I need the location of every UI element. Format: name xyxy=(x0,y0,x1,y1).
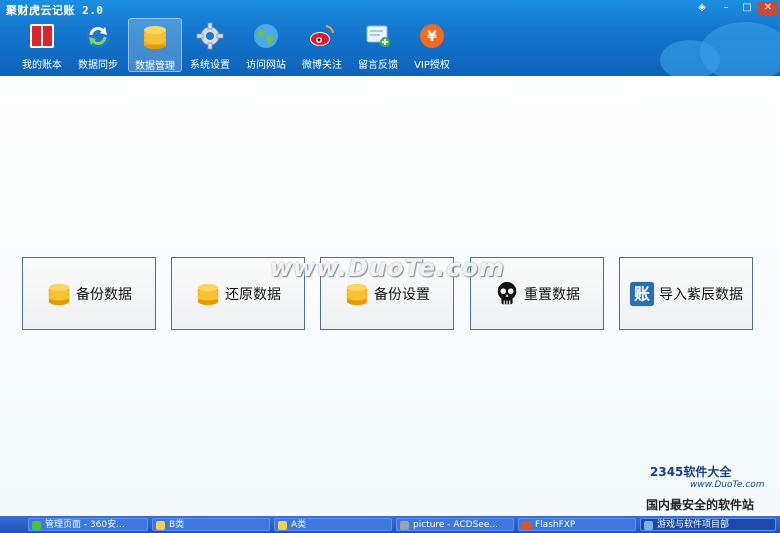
app-icon xyxy=(644,521,653,530)
image-viewer-icon xyxy=(400,521,409,530)
watermark-brand: 2345软件大全 xyxy=(650,465,732,479)
taskbar-item[interactable]: B类 xyxy=(152,518,270,531)
gear-icon xyxy=(196,22,224,50)
taskbar-label: picture - ACDSee... xyxy=(413,520,498,530)
taskbar-item[interactable]: FlashFXP xyxy=(518,518,636,531)
toolbar-system-settings[interactable]: 系统设置 xyxy=(184,18,236,71)
svg-text:¥: ¥ xyxy=(427,29,437,45)
feedback-icon xyxy=(366,25,390,47)
close-button[interactable]: ✕ xyxy=(758,1,778,15)
backup-data-button[interactable]: 备份数据 xyxy=(22,257,156,330)
zhang-badge-icon: 账 xyxy=(629,281,655,306)
toolbar-feedback[interactable]: 留言反馈 xyxy=(352,18,404,71)
watermark-slogan: 国内最安全的软件站 xyxy=(646,498,755,512)
coin-stack-icon xyxy=(144,26,166,49)
folder-icon xyxy=(278,521,287,530)
skull-icon xyxy=(497,281,517,304)
action-label: 重置数据 xyxy=(524,286,580,303)
toolbar-data-management[interactable]: 数据管理 xyxy=(128,18,182,72)
toolbar-visit-website[interactable]: 访问网站 xyxy=(240,18,292,71)
watermark-text: www.DuoTe.com xyxy=(270,254,505,282)
action-label: 还原数据 xyxy=(225,286,281,303)
ftp-client-icon xyxy=(522,521,531,530)
title-toolbar-bar: 聚财虎云记账 2.0 ◈ – □ ✕ 我的账本 数据同步 数据管理 系统设置 访… xyxy=(0,0,780,76)
action-label: 导入紫辰数据 xyxy=(659,286,743,303)
taskbar-label: 管理页面 - 360安... xyxy=(45,520,125,530)
taskbar-label: 游戏与软件项目部 xyxy=(657,520,730,530)
maximize-button[interactable]: □ xyxy=(737,1,757,15)
coin-stack-icon xyxy=(48,283,70,305)
toolbar-label: VIP授权 xyxy=(414,60,450,71)
coin-stack-icon xyxy=(346,283,368,305)
watermark-url: www.DuoTe.com xyxy=(690,480,765,490)
window-title: 聚财虎云记账 2.0 xyxy=(6,4,104,17)
taskbar-label: B类 xyxy=(169,520,185,530)
import-zichen-data-button[interactable]: 账 导入紫辰数据 xyxy=(619,257,753,330)
skin-button[interactable]: ◈ xyxy=(692,1,712,15)
taskbar-item[interactable]: picture - ACDSee... xyxy=(396,518,514,531)
taskbar-item[interactable]: 游戏与软件项目部 xyxy=(640,518,776,531)
coin-stack-icon xyxy=(197,283,219,305)
cloud-decoration xyxy=(660,40,720,76)
taskbar-label: A类 xyxy=(291,520,307,530)
minimize-button[interactable]: – xyxy=(716,1,736,15)
sync-icon xyxy=(86,24,110,48)
weibo-icon xyxy=(310,25,334,46)
taskbar-item[interactable]: 管理页面 - 360安... xyxy=(28,518,148,531)
yen-coin-icon: ¥ xyxy=(420,24,444,48)
toolbar-weibo-follow[interactable]: 微博关注 xyxy=(296,18,348,71)
action-label: 备份设置 xyxy=(374,286,430,303)
folder-icon xyxy=(156,521,165,530)
browser-icon xyxy=(32,521,41,530)
toolbar-vip-authorization[interactable]: ¥ VIP授权 xyxy=(406,18,458,71)
toolbar-data-sync[interactable]: 数据同步 xyxy=(72,18,124,71)
toolbar-my-ledger[interactable]: 我的账本 xyxy=(16,18,68,71)
taskbar-label: FlashFXP xyxy=(535,520,576,530)
taskbar-item[interactable]: A类 xyxy=(274,518,392,531)
action-label: 备份数据 xyxy=(76,286,132,303)
globe-icon xyxy=(254,24,278,48)
badge-text: 账 xyxy=(634,284,650,303)
os-taskbar: 管理页面 - 360安... B类 A类 picture - ACDSee...… xyxy=(0,516,780,533)
ledger-book-icon xyxy=(30,24,54,48)
